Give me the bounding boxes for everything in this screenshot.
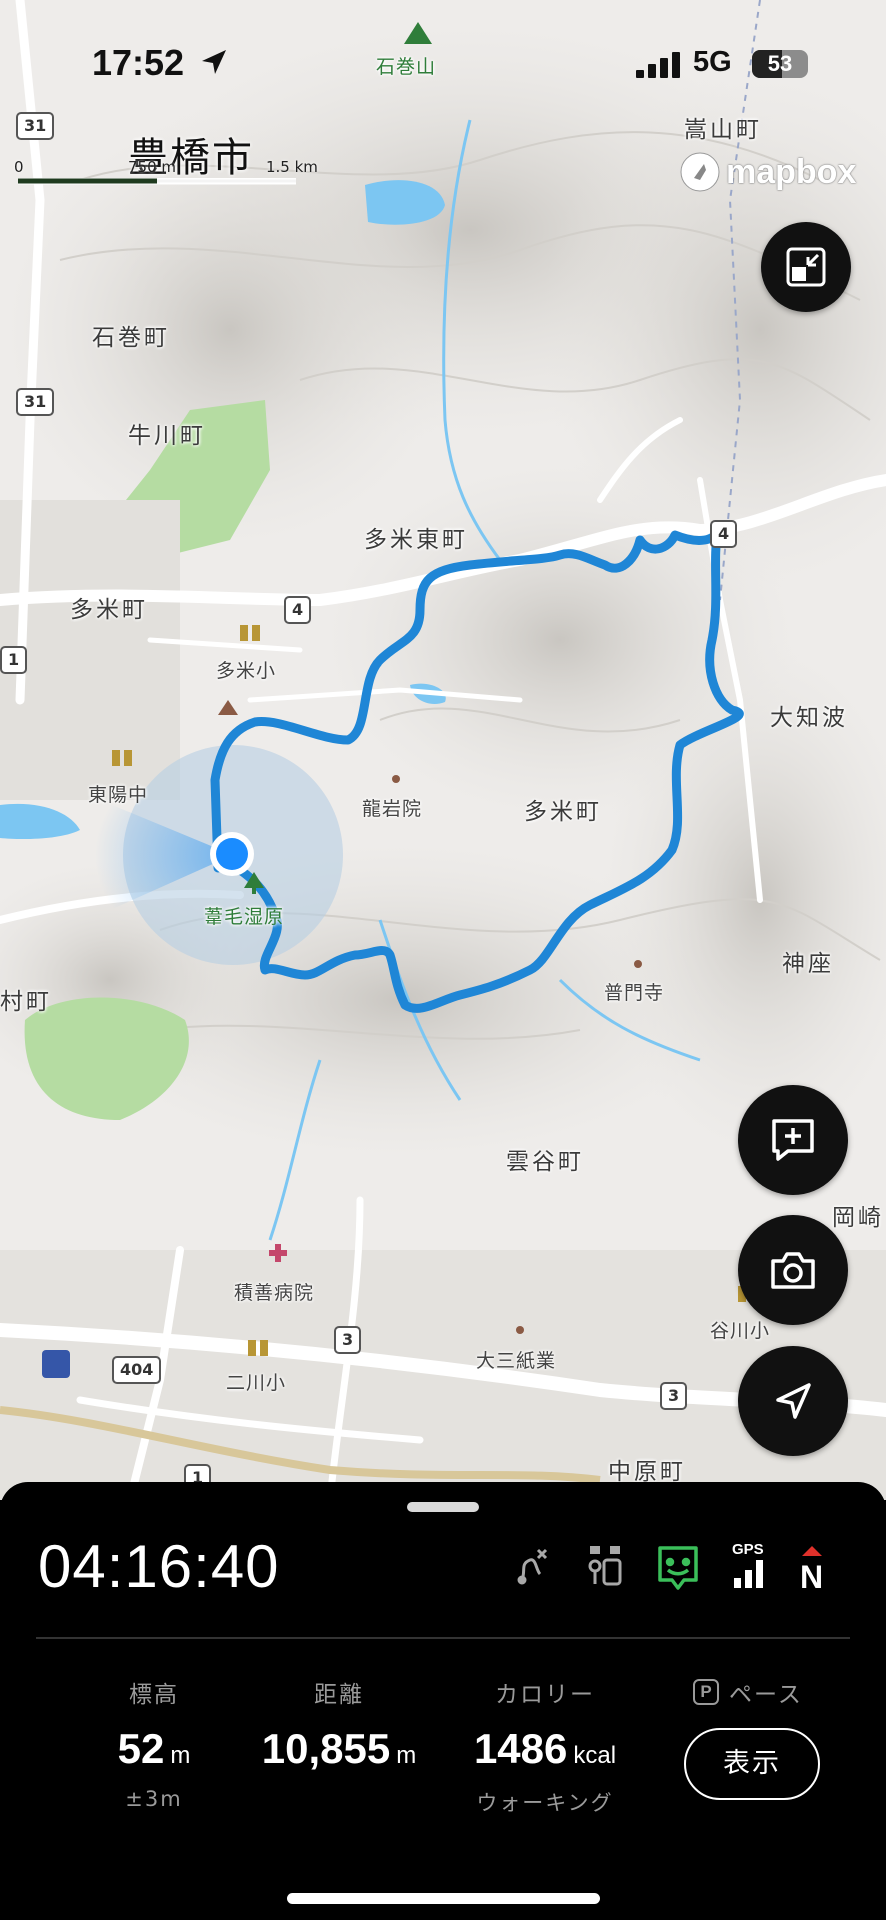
divider: [36, 1637, 850, 1639]
calories-stat: カロリー 1486 kcal ウォーキング: [452, 1675, 638, 1817]
road-shield: 404: [112, 1356, 162, 1384]
waypoints-icon[interactable]: [588, 1546, 622, 1586]
recenter-location-button[interactable]: [738, 1346, 848, 1456]
camera-icon: [771, 1252, 815, 1289]
map-label: 二川小: [226, 1372, 287, 1394]
elevation-accuracy: ±3m: [125, 1787, 183, 1811]
map-label: 谷川小: [710, 1320, 771, 1342]
scale-end-label: 1.5 km: [266, 158, 318, 176]
parking-badge: P: [693, 1679, 719, 1705]
distance-label: 距離: [314, 1682, 364, 1708]
map-label: 多米町: [524, 799, 602, 825]
map-label: 雲谷町: [506, 1149, 584, 1175]
scale-line: [18, 178, 296, 185]
add-comment-icon: [772, 1119, 814, 1161]
mapbox-text: mapbox: [726, 152, 857, 191]
gps-label: GPS: [732, 1541, 764, 1558]
collapse-icon: [786, 247, 826, 287]
road-shield: 31: [16, 388, 55, 416]
signal-strength-icon: [636, 52, 680, 78]
map-label: 大三紙業: [476, 1350, 557, 1372]
gps-signal-icon: GPS: [732, 1541, 764, 1588]
road-shield: 4: [710, 520, 738, 548]
map-label: 石巻町: [92, 325, 170, 351]
road-shield: 1: [0, 646, 28, 674]
temple-marker: [634, 960, 642, 968]
elapsed-time: 04:16:40: [38, 1533, 280, 1600]
map-label: 牛川町: [128, 423, 206, 449]
map-label: 普門寺: [604, 982, 665, 1004]
map-label: 多米東町: [364, 527, 468, 553]
map-label: 多米町: [70, 597, 148, 623]
show-pace-button[interactable]: 表示: [684, 1728, 820, 1800]
map-label: 東陽中: [88, 784, 149, 806]
status-icons: GPS N: [517, 1541, 823, 1595]
home-indicator[interactable]: [287, 1893, 600, 1904]
map-view[interactable]: 石巻山 嵩山町 石巻町 牛川町 多米東町 多米町 多米小 大知波 東陽中 龍岩院…: [0, 0, 886, 1500]
battery-icon: 53: [752, 50, 808, 78]
route-off-icon[interactable]: [517, 1548, 548, 1585]
map-label: 積善病院: [234, 1282, 315, 1304]
scale-zero-label: 0: [14, 158, 24, 176]
live-share-icon[interactable]: [658, 1546, 698, 1590]
compass-icon[interactable]: N: [800, 1546, 823, 1595]
temple-marker: [392, 775, 400, 783]
map-label: 大知波: [770, 705, 848, 731]
compass-north-label: N: [800, 1559, 823, 1595]
distance-value: 10,855 m: [261, 1725, 417, 1772]
map-label: 中原町: [608, 1459, 686, 1485]
elevation-label: 標高: [129, 1682, 179, 1708]
activity-type: ウォーキング: [476, 1791, 614, 1815]
scale-mid-label: 750 m: [128, 158, 177, 176]
mapbox-logo[interactable]: mapbox: [678, 150, 856, 194]
pace-label: P ペース: [693, 1675, 803, 1709]
navigation-arrow-icon: [776, 1383, 811, 1419]
camera-button[interactable]: [738, 1215, 848, 1325]
map-label: 岡崎: [832, 1205, 884, 1231]
road-shield: 4: [284, 596, 312, 624]
activity-panel: 04:16:40 GPS N 標高 52 m ±3m 距離 10,855 m カ…: [0, 1482, 886, 1920]
elevation-value: 52 m: [117, 1725, 191, 1772]
network-type: 5G: [693, 46, 732, 78]
road-shield: 3: [660, 1382, 688, 1410]
map-label: 多米小: [216, 660, 277, 682]
exit-fullscreen-button[interactable]: [761, 222, 851, 312]
status-time: 17:52: [92, 42, 185, 83]
map-label: 葦毛湿原: [204, 906, 285, 928]
elevation-stat: 標高 52 m ±3m: [84, 1675, 224, 1811]
status-bar: 17:52 5G 53: [0, 0, 886, 120]
map-label: 神座: [782, 951, 834, 977]
mapbox-icon: [680, 152, 720, 192]
battery-level: 53: [767, 51, 793, 76]
map-label: 村町: [0, 989, 52, 1015]
factory-marker: [516, 1326, 524, 1334]
add-note-button[interactable]: [738, 1085, 848, 1195]
calories-value: 1486 kcal: [473, 1725, 617, 1772]
drag-handle[interactable]: [407, 1502, 479, 1512]
distance-stat: 距離 10,855 m: [244, 1675, 434, 1773]
location-services-icon: [202, 50, 226, 74]
map-label: 龍岩院: [362, 798, 423, 820]
road-shield: 3: [334, 1326, 362, 1354]
calories-label: カロリー: [495, 1682, 595, 1708]
